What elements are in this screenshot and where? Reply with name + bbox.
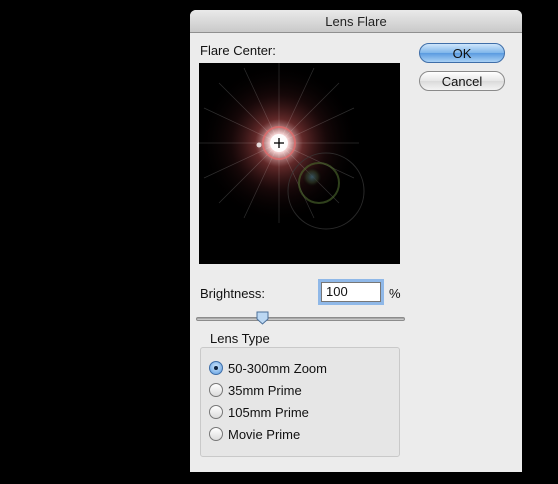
- flare-center-label: Flare Center:: [200, 43, 276, 58]
- flare-preview[interactable]: [199, 63, 400, 264]
- dialog-title: Lens Flare: [325, 13, 387, 29]
- ok-button[interactable]: OK: [419, 43, 505, 63]
- radio-icon[interactable]: [209, 405, 223, 419]
- radio-icon[interactable]: [209, 383, 223, 397]
- lens-option-movie-prime[interactable]: Movie Prime: [209, 425, 300, 443]
- lens-option-label: 35mm Prime: [228, 382, 302, 398]
- dialog-titlebar[interactable]: Lens Flare: [190, 10, 522, 33]
- radio-selected-icon[interactable]: [209, 361, 223, 375]
- lens-option-105mm-prime[interactable]: 105mm Prime: [209, 403, 309, 421]
- lens-option-35mm-prime[interactable]: 35mm Prime: [209, 381, 302, 399]
- brightness-label: Brightness:: [200, 286, 266, 301]
- lens-option-label: Movie Prime: [228, 426, 301, 442]
- slider-thumb-icon[interactable]: [256, 311, 269, 325]
- cancel-button[interactable]: Cancel: [419, 71, 505, 91]
- lens-flare-dialog: Lens Flare Flare Center: OK Cancel Brigh…: [190, 10, 522, 472]
- lens-option-label: 105mm Prime: [228, 404, 309, 420]
- flare-spark: [256, 142, 262, 148]
- lens-type-label: Lens Type: [210, 331, 270, 346]
- flare-preview-graphic: [199, 63, 365, 230]
- brightness-unit: %: [389, 286, 401, 301]
- brightness-slider[interactable]: [196, 317, 405, 321]
- lens-option-50-300mm-zoom[interactable]: 50-300mm Zoom: [209, 359, 327, 377]
- brightness-input[interactable]: 100: [321, 282, 381, 302]
- radio-icon[interactable]: [209, 427, 223, 441]
- lens-option-label: 50-300mm Zoom: [228, 360, 327, 376]
